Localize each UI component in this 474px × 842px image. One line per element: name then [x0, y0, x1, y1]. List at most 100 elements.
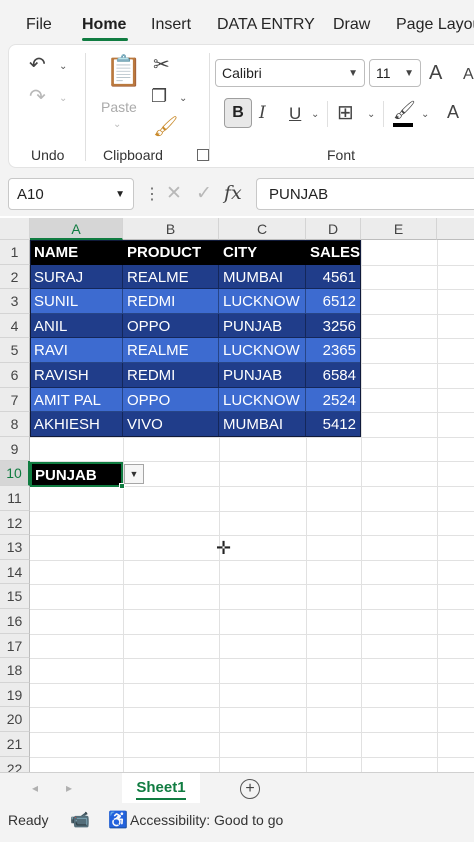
menu-bar: File Home Insert DATA ENTRY Draw Page La… — [0, 0, 474, 44]
add-sheet-button[interactable]: + — [240, 779, 260, 799]
row-header-14[interactable]: 14 — [0, 559, 30, 585]
dropdown-list-button[interactable]: ▼ — [124, 464, 144, 484]
row-header-9[interactable]: 9 — [0, 436, 30, 462]
row-header-5[interactable]: 5 — [0, 338, 30, 363]
borders-icon[interactable]: ⊞ — [337, 103, 354, 123]
row-header-19[interactable]: 19 — [0, 682, 30, 708]
font-size-value: 11 — [376, 65, 391, 81]
grid-line — [30, 584, 474, 586]
grid-line — [30, 682, 474, 684]
italic-button[interactable]: I — [259, 105, 266, 122]
sheet-tab-sheet1[interactable]: Sheet1 — [122, 773, 200, 803]
name-box-value: A10 — [17, 186, 44, 203]
row-header-11[interactable]: 11 — [0, 486, 30, 511]
row-header-13[interactable]: 13 — [0, 535, 30, 560]
grid-line — [361, 240, 362, 772]
undo-dropdown-icon[interactable]: ⌄ — [59, 61, 67, 72]
bold-button[interactable]: B — [224, 98, 252, 128]
row-header-20[interactable]: 20 — [0, 707, 30, 732]
undo-icon[interactable]: ↶ — [29, 55, 46, 75]
copy-icon[interactable]: ❐ — [151, 87, 167, 105]
copy-dropdown-icon[interactable]: ⌄ — [179, 93, 187, 104]
grow-font-icon[interactable]: A — [429, 63, 442, 83]
chevron-down-icon: ▼ — [348, 68, 358, 79]
undo-group-label: Undo — [31, 147, 65, 163]
underline-dropdown-icon[interactable]: ⌄ — [311, 109, 319, 120]
status-ready: Ready — [8, 812, 49, 828]
redo-icon[interactable]: ↷ — [29, 87, 46, 107]
row-header-2[interactable]: 2 — [0, 264, 30, 290]
font-group-label: Font — [327, 147, 356, 163]
insert-function-button[interactable]: fx — [224, 182, 242, 204]
chevron-down-icon: ▼ — [404, 68, 414, 79]
paste-icon[interactable]: 📋 — [105, 57, 142, 87]
chevron-down-icon: ▼ — [115, 189, 125, 200]
enter-icon[interactable]: ✓ — [196, 182, 212, 205]
formula-bar: A10 ▼ ⋮ ✕ ✓ fx PUNJAB — [0, 172, 474, 216]
clipboard-launcher-icon[interactable] — [197, 149, 209, 161]
row-header-10[interactable]: 10 — [0, 461, 30, 486]
row-header-17[interactable]: 17 — [0, 633, 30, 659]
ribbon-panel: ↶ ⌄ ↷ ⌄ Undo 📋 Paste ⌄ ✂ ❐ ⌄ 🖌 Clipboard… — [8, 44, 474, 168]
tab-file[interactable]: File — [26, 16, 52, 34]
grid-line — [30, 559, 474, 561]
row-header-15[interactable]: 15 — [0, 584, 30, 609]
tab-insert[interactable]: Insert — [151, 16, 191, 34]
row-header-3[interactable]: 3 — [0, 289, 30, 314]
row-header-21[interactable]: 21 — [0, 732, 30, 757]
row-header-18[interactable]: 18 — [0, 658, 30, 683]
column-header-b[interactable]: B — [123, 218, 219, 240]
row-header-1[interactable]: 1 — [0, 240, 30, 265]
row-header-6[interactable]: 6 — [0, 363, 30, 388]
tab-home[interactable]: Home — [82, 16, 126, 34]
font-size-select[interactable]: 11 ▼ — [369, 59, 421, 87]
formula-input[interactable]: PUNJAB — [256, 178, 474, 210]
active-cell-a10[interactable]: PUNJAB — [30, 462, 123, 487]
macro-recording-icon[interactable]: 📹 — [70, 810, 90, 830]
paste-dropdown-icon[interactable]: ⌄ — [113, 119, 121, 130]
accessibility-status[interactable]: Accessibility: Good to go — [130, 812, 283, 828]
row-header-8[interactable]: 8 — [0, 412, 30, 437]
sheet-tab-bar: ◂ ▸ Sheet1 + — [0, 772, 474, 804]
column-header-e[interactable]: E — [361, 218, 437, 240]
worksheet-grid[interactable]: A B C D E 1 2 3 4 5 6 7 8 9 10 11 12 13 14 15 16 17 18 19 2… — [0, 218, 474, 772]
shrink-font-icon[interactable]: A — [463, 67, 474, 83]
row-header-16[interactable]: 16 — [0, 609, 30, 634]
column-header-a[interactable]: A — [30, 218, 123, 240]
column-header-d[interactable]: D — [306, 218, 361, 240]
borders-dropdown-icon[interactable]: ⌄ — [367, 109, 375, 120]
redo-dropdown-icon[interactable]: ⌄ — [59, 93, 67, 104]
row-header-7[interactable]: 7 — [0, 387, 30, 413]
font-name-select[interactable]: Calibri ▼ — [215, 59, 365, 87]
grid-line — [30, 535, 474, 537]
grid-line — [30, 633, 474, 635]
tab-draw[interactable]: Draw — [333, 16, 370, 34]
scroll-right-icon[interactable]: ▸ — [66, 781, 72, 795]
column-header-c[interactable]: C — [219, 218, 306, 240]
select-all-corner[interactable] — [0, 218, 30, 240]
row-header-12[interactable]: 12 — [0, 510, 30, 536]
group-separator — [85, 53, 86, 161]
column-header-f[interactable] — [437, 218, 474, 240]
name-box[interactable]: A10 ▼ — [8, 178, 134, 210]
cancel-icon[interactable]: ✕ — [166, 182, 182, 205]
grid-line — [30, 658, 474, 660]
tab-page-layout[interactable]: Page Layou — [396, 16, 474, 34]
row-header-22[interactable]: 22 — [0, 756, 30, 772]
grid-line — [437, 240, 438, 772]
format-painter-icon[interactable]: 🖌 — [153, 117, 178, 137]
fill-color-icon[interactable]: 🖌 — [393, 101, 416, 119]
underline-button[interactable]: U — [289, 105, 301, 122]
font-color-icon[interactable]: A — [447, 103, 459, 121]
paste-label[interactable]: Paste — [101, 99, 137, 115]
fill-color-dropdown-icon[interactable]: ⌄ — [421, 109, 429, 120]
cut-icon[interactable]: ✂ — [153, 55, 170, 75]
active-tab-indicator — [82, 38, 128, 41]
grid-line — [30, 707, 474, 709]
tab-data-entry[interactable]: DATA ENTRY — [217, 16, 315, 34]
scroll-left-icon[interactable]: ◂ — [32, 781, 38, 795]
sheet-tab-label: Sheet1 — [136, 779, 186, 796]
clipboard-group-label: Clipboard — [103, 147, 163, 163]
accessibility-icon[interactable]: ♿ — [108, 810, 128, 830]
row-header-4[interactable]: 4 — [0, 313, 30, 339]
